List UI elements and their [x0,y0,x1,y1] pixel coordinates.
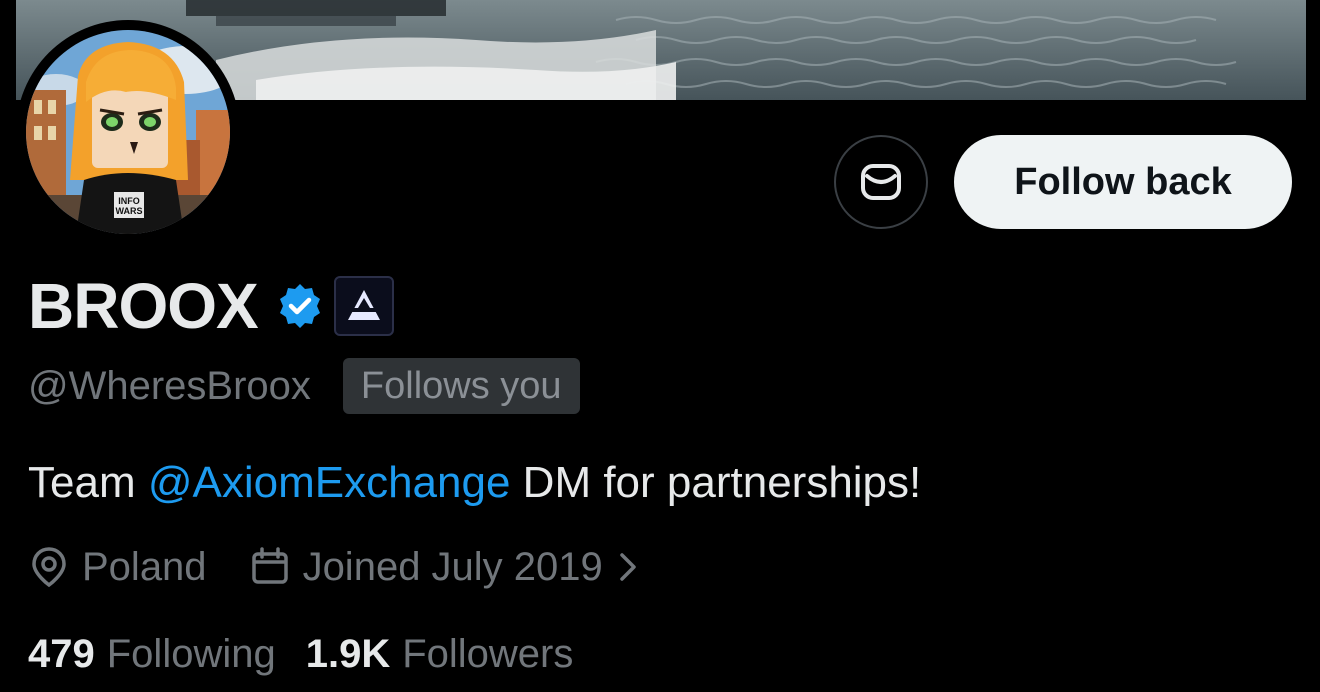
joined-text: Joined July 2019 [302,544,603,589]
profile-bio: Team @AxiomExchange DM for partnerships! [28,458,921,508]
follow-back-button[interactable]: Follow back [954,135,1292,229]
chevron-right-icon [620,553,636,581]
message-button[interactable] [834,135,928,229]
location-item: Poland [28,545,207,590]
handle-row: @WheresBroox Follows you [28,358,580,414]
bio-mention-link[interactable]: @AxiomExchange [148,458,511,507]
svg-text:WARS: WARS [116,206,143,216]
svg-text:INFO: INFO [118,196,140,206]
profile-page: INFO WARS Follow back BROOX @WheresBroox… [0,0,1320,692]
joined-item[interactable]: Joined July 2019 [249,545,651,590]
axiom-affiliate-icon[interactable] [333,276,394,336]
bio-text-prefix: Team [28,458,148,507]
followers-count: 1.9K [305,631,391,676]
profile-stats: 479 Following 1.9K Followers [28,626,573,682]
following-count: 479 [28,631,95,676]
bio-text-suffix: DM for partnerships! [510,458,922,507]
verified-badge-icon[interactable] [276,282,324,330]
following-label: Following [106,631,276,676]
profile-avatar[interactable]: INFO WARS [16,20,240,244]
name-row: BROOX [28,266,394,346]
calendar-icon [251,547,288,584]
profile-handle: @WheresBroox [28,363,311,408]
avatar-image: INFO WARS [26,30,230,234]
profile-meta: Poland Joined July 2019 [28,540,651,594]
follows-you-badge: Follows you [342,358,580,414]
envelope-icon [861,164,901,200]
location-text: Poland [82,544,207,589]
following-link[interactable]: 479 Following [28,632,276,677]
followers-link[interactable]: 1.9K Followers [306,632,574,677]
display-name: BROOX [28,270,259,342]
followers-label: Followers [402,631,574,676]
location-pin-icon [32,547,66,588]
